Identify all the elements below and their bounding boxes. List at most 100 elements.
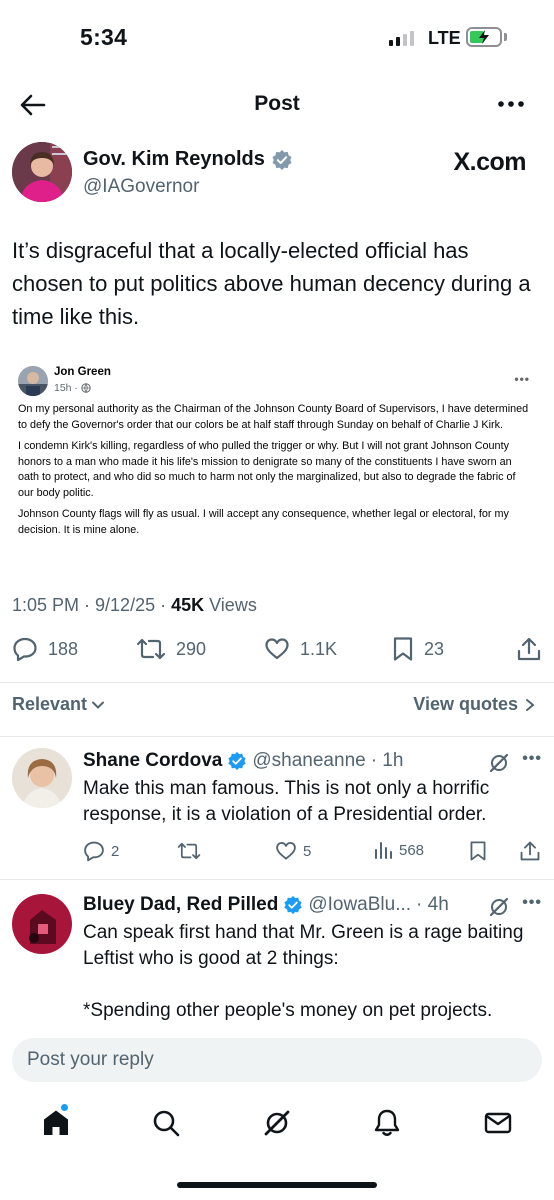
- grok-icon[interactable]: [488, 896, 510, 918]
- bottom-tab-bar: [0, 1100, 554, 1154]
- battery-cap: [504, 33, 507, 41]
- bookmark-icon: [470, 841, 486, 861]
- reply-icon: [13, 637, 37, 662]
- divider: [0, 682, 554, 683]
- like-icon: [276, 842, 296, 860]
- bell-icon[interactable]: [372, 1108, 402, 1138]
- reply-item[interactable]: Shane Cordova @shaneanne · 1h ••• Make t…: [0, 748, 554, 878]
- reply-avatar[interactable]: [12, 748, 72, 808]
- reply-more-icon[interactable]: •••: [522, 894, 542, 912]
- reply-time: · 4h: [416, 894, 449, 915]
- share-icon: [517, 637, 541, 661]
- verified-icon: [272, 149, 292, 170]
- like-count: 1.1K: [300, 638, 338, 659]
- reply-time: · 1h: [370, 750, 404, 771]
- reply-reply-button[interactable]: 2: [83, 840, 119, 862]
- bookmark-count: 23: [424, 638, 445, 659]
- page-title: Post: [254, 92, 300, 115]
- bookmark-button[interactable]: 23: [392, 636, 444, 662]
- search-icon[interactable]: [151, 1108, 181, 1138]
- post-image[interactable]: Jon Green 15h · ••• On my personal autho…: [12, 358, 542, 568]
- post-author: Gov. Kim Reynolds @IAGovernor X.com: [12, 142, 542, 206]
- more-icon[interactable]: [496, 92, 526, 116]
- chevron-down-icon: [92, 701, 105, 709]
- post-text: It’s disgraceful that a locally-elected …: [12, 238, 531, 329]
- mail-icon[interactable]: [483, 1108, 513, 1138]
- home-icon[interactable]: [41, 1108, 71, 1138]
- reply-header: Shane Cordova @shaneanne · 1h: [83, 750, 403, 772]
- verified-icon: [284, 895, 302, 915]
- reply-button[interactable]: 188: [12, 636, 78, 662]
- notification-dot: [60, 1103, 69, 1112]
- embed-time: 15h ·: [54, 382, 91, 394]
- divider: [0, 736, 554, 737]
- views-icon: [375, 842, 392, 859]
- embed-time-text: 15h ·: [54, 382, 78, 394]
- post-timestamp: 1:05 PM · 9/12/25 ·: [12, 595, 172, 615]
- x-logo: X.com: [453, 148, 526, 176]
- reply-count: 188: [48, 638, 79, 659]
- author-name[interactable]: Gov. Kim Reynolds: [83, 148, 293, 171]
- reply-like-button[interactable]: 5: [275, 840, 311, 862]
- repost-count: 290: [176, 638, 207, 659]
- reply-composer[interactable]: Post your reply: [12, 1038, 542, 1082]
- like-icon: [265, 638, 289, 660]
- embed-body: On my personal authority as the Chairman…: [18, 402, 530, 544]
- status-bar: 5:34 LTE: [0, 0, 554, 78]
- reply-sort-row: Relevant View quotes: [0, 690, 554, 720]
- author-name-text: Gov. Kim Reynolds: [83, 148, 265, 170]
- chevron-right-icon: [526, 698, 535, 711]
- embed-avatar: [18, 366, 48, 396]
- share-button[interactable]: [516, 636, 542, 662]
- view-quotes-label: View quotes: [413, 694, 518, 714]
- reply-share-button[interactable]: [519, 840, 541, 862]
- reply-author-handle[interactable]: @IowaBlu...: [308, 894, 411, 916]
- reply-actions: 2 5 568: [83, 840, 543, 866]
- verified-icon: [228, 751, 247, 771]
- embed-paragraph: I condemn Kirk's killing, regardless of …: [18, 440, 516, 499]
- share-icon: [520, 841, 540, 861]
- embed-paragraph: On my personal authority as the Chairman…: [18, 403, 529, 431]
- author-handle[interactable]: @IAGovernor: [83, 176, 199, 198]
- reply-repost-button[interactable]: [177, 840, 201, 862]
- reply-text: Make this man famous. This is not only a…: [83, 778, 490, 825]
- views-count: 45K: [171, 595, 205, 615]
- reply-item[interactable]: Bluey Dad, Red Pilled @IowaBlu... · 4h •…: [0, 892, 554, 1026]
- signal-icon: [389, 30, 414, 46]
- reply-bookmark-button[interactable]: [469, 840, 487, 862]
- reply-header: Bluey Dad, Red Pilled @IowaBlu... · 4h: [83, 894, 449, 916]
- reply-avatar[interactable]: [12, 894, 72, 954]
- reply-author-handle[interactable]: @shaneanne: [252, 750, 365, 772]
- network-label: LTE: [428, 28, 461, 48]
- embed-more-icon: •••: [514, 372, 530, 386]
- like-button[interactable]: 1.1K: [264, 636, 337, 662]
- author-avatar[interactable]: [12, 142, 72, 202]
- reply-author-name[interactable]: Shane Cordova: [83, 750, 222, 772]
- grok-icon[interactable]: [262, 1108, 292, 1138]
- sort-dropdown[interactable]: Relevant: [12, 694, 105, 715]
- post-meta: 1:05 PM · 9/12/25 · 45K Views: [12, 595, 257, 616]
- post-actions: 188 290 1.1K 23: [0, 636, 554, 668]
- battery-icon: [466, 27, 502, 47]
- grok-icon[interactable]: [488, 752, 510, 774]
- sort-label: Relevant: [12, 694, 88, 714]
- reply-more-icon[interactable]: •••: [522, 750, 542, 768]
- views-label: Views: [204, 595, 257, 615]
- reply-like-count: 5: [303, 842, 312, 860]
- view-quotes-link[interactable]: View quotes: [413, 694, 536, 715]
- globe-icon: [81, 383, 91, 393]
- reply-icon: [84, 841, 104, 862]
- top-bar: Post: [0, 80, 554, 130]
- repost-icon: [177, 842, 201, 860]
- embed-name: Jon Green: [54, 366, 111, 378]
- bookmark-icon: [393, 637, 413, 661]
- repost-button[interactable]: 290: [136, 636, 206, 662]
- reply-reply-count: 2: [111, 842, 120, 860]
- status-time: 5:34: [80, 24, 128, 50]
- reply-views-count: 568: [399, 841, 425, 859]
- reply-views-button[interactable]: 568: [373, 840, 424, 860]
- reply-text: Can speak first hand that Mr. Green is a…: [83, 922, 524, 1021]
- home-indicator: [177, 1182, 377, 1188]
- reply-author-name[interactable]: Bluey Dad, Red Pilled: [83, 894, 278, 916]
- repost-icon: [136, 638, 166, 660]
